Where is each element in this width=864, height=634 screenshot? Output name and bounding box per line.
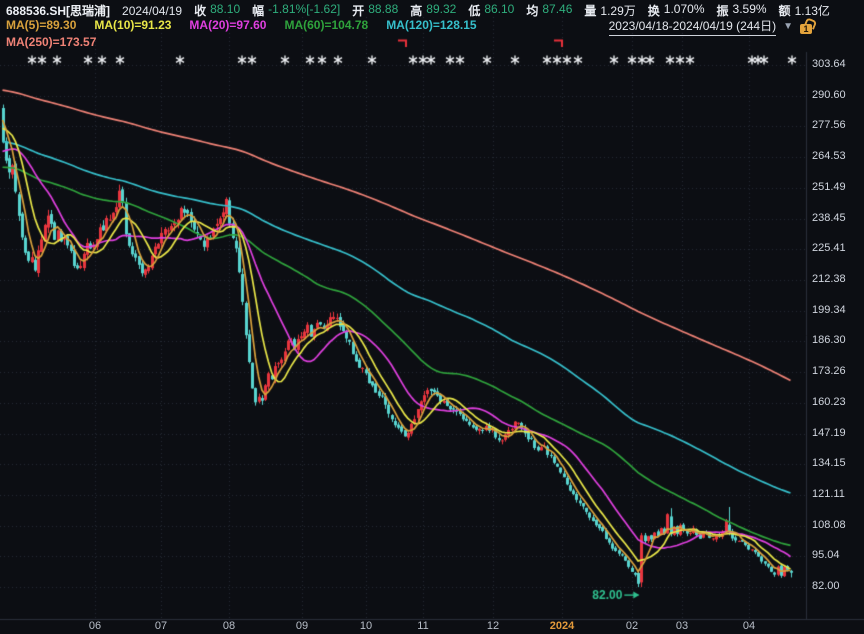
date-range-selector[interactable]: 2023/04/18-2024/04/19 (244日) ▼ 1 (609, 17, 814, 36)
y-axis-tick-label: 121.11 (812, 488, 845, 500)
y-axis-tick-label: 290.60 (812, 89, 846, 101)
x-axis-tick-label: 11 (417, 620, 428, 632)
y-axis-tick-label: 160.23 (812, 396, 846, 408)
quote-field-label: 高 (410, 2, 422, 19)
y-axis-tick-label: 186.30 (812, 334, 846, 346)
x-axis-tick-label: 04 (743, 620, 755, 632)
quote-field-label: 幅 (252, 2, 264, 19)
x-axis-tick-label: 2024 (550, 620, 574, 632)
x-axis-tick-label: 02 (626, 620, 638, 632)
y-axis-tick-label: 303.64 (812, 58, 846, 70)
kline-app-window: 688536.SH[思瑞浦] 2024/04/19 收88.10 幅-1.81%[… (0, 0, 864, 634)
quote-field-value: 88.10 (210, 2, 240, 19)
quote-field-value: 88.88 (368, 2, 398, 19)
x-axis-tick-label: 03 (676, 620, 688, 632)
y-axis-tick-label: 277.56 (812, 119, 846, 131)
ma-legend-item: MA(120)=128.15 (386, 18, 476, 32)
x-axis-tick-label: 10 (360, 620, 372, 632)
y-axis-tick-label: 108.08 (812, 519, 846, 531)
y-axis-tick-label: 238.45 (812, 212, 846, 224)
quote-field: 高89.32 (410, 2, 456, 19)
quote-field-value: 89.32 (426, 2, 456, 19)
ma-legend-item: MA(20)=97.60 (189, 18, 266, 32)
y-axis-tick-label: 134.15 (812, 457, 846, 469)
stock-symbol: 688536.SH[思瑞浦] (6, 2, 110, 19)
y-axis-tick-label: 95.04 (812, 549, 840, 561)
ma-legend-item: MA(10)=91.23 (94, 18, 171, 32)
y-axis-tick-label: 264.53 (812, 150, 846, 162)
quote-field-label: 均 (526, 2, 538, 19)
y-axis-tick-label: 212.38 (812, 273, 846, 285)
ma-legend-row2: MA(250)=173.57 (6, 35, 96, 49)
ma-legend-item: MA(5)=89.30 (6, 18, 76, 32)
ma-legend-row1: MA(5)=89.30 MA(10)=91.23 MA(20)=97.60 MA(60… (6, 18, 477, 32)
lock-badge: 1 (800, 24, 812, 34)
x-axis-tick-label: 07 (155, 620, 167, 632)
quote-field-label: 量 (584, 2, 596, 19)
quote-field-label: 低 (468, 2, 480, 19)
y-axis-tick-label: 251.49 (812, 181, 846, 193)
quote-field-label: 开 (352, 2, 364, 19)
x-axis-tick-label: 09 (296, 620, 308, 632)
quote-field-value: 86.10 (484, 2, 514, 19)
x-axis-tick-label: 08 (223, 620, 235, 632)
y-axis-tick-label: 173.26 (812, 365, 846, 377)
chevron-down-icon[interactable]: ▼ (783, 21, 793, 32)
ma-legend-item: MA(60)=104.78 (284, 18, 368, 32)
quote-field-value: 87.46 (542, 2, 572, 19)
y-axis-tick-label: 147.19 (812, 427, 846, 439)
y-axis-tick-label: 225.41 (812, 242, 846, 254)
date-range-text[interactable]: 2023/04/18-2024/04/19 (244日) (609, 17, 776, 36)
quote-field-value: -1.81%[-1.62] (268, 2, 340, 19)
y-axis-tick-label: 199.34 (812, 304, 846, 316)
quote-field: 开88.88 (352, 2, 398, 19)
y-axis-tick-label: 82.00 (812, 580, 840, 592)
quote-date: 2024/04/19 (122, 4, 182, 18)
quote-field: 均87.46 (526, 2, 572, 19)
quote-field: 低86.10 (468, 2, 514, 19)
quote-field-label: 收 (194, 2, 206, 19)
x-axis-tick-label: 12 (487, 620, 499, 632)
ma-legend-item: MA(250)=173.57 (6, 35, 96, 49)
kline-chart-canvas[interactable] (0, 0, 864, 634)
quote-field: 收88.10 (194, 2, 240, 19)
lock-icon[interactable]: 1 (800, 19, 814, 34)
x-axis-tick-label: 06 (89, 620, 101, 632)
quote-field: 幅-1.81%[-1.62] (252, 2, 340, 19)
